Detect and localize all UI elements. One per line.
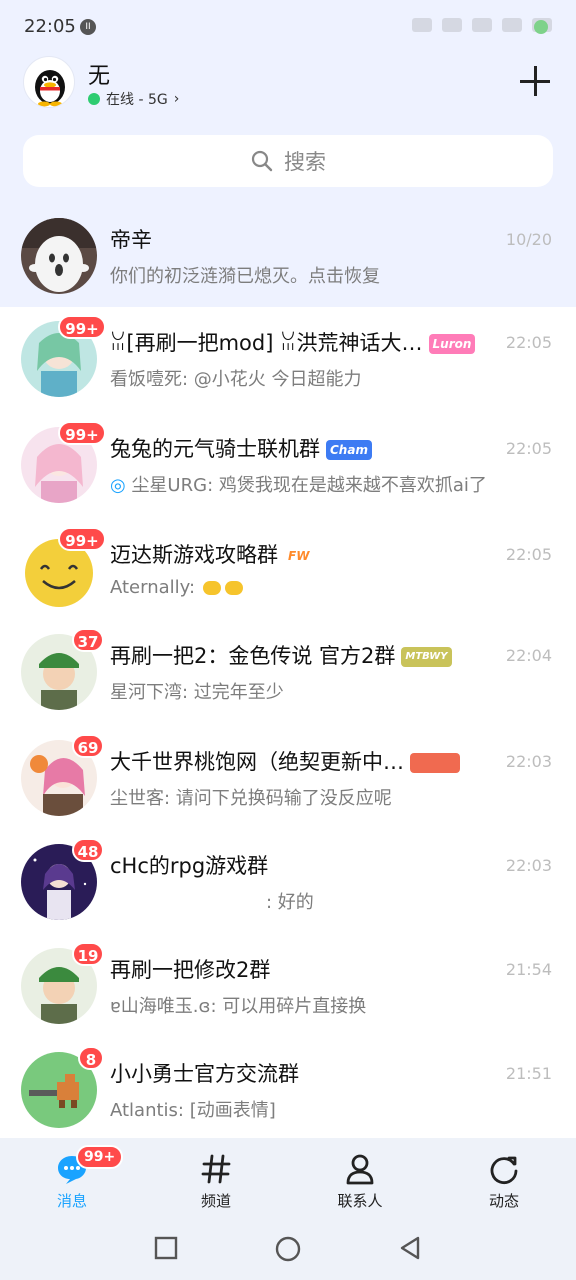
conversation-preview-text: 尘星URG: 鸡煲我现在是越来越不喜欢抓ai了 bbox=[131, 475, 487, 496]
emoji-icon bbox=[224, 581, 243, 595]
home-button[interactable] bbox=[275, 1236, 301, 1266]
triangle-back-icon bbox=[400, 1236, 420, 1260]
conversation-title: 小小勇士官方交流群 bbox=[110, 1062, 299, 1086]
group-tag: Cham bbox=[326, 440, 372, 460]
search-placeholder: 搜索 bbox=[284, 150, 326, 174]
conversation-title: 迈达斯游戏攻略群 FW bbox=[110, 539, 500, 569]
emoji-icon bbox=[202, 581, 221, 595]
profile-avatar[interactable] bbox=[23, 56, 75, 108]
list-item[interactable]: 99+ 迈达斯游戏攻略群 FW Aternally: 22:05 bbox=[0, 519, 576, 625]
group-tag: FW bbox=[288, 549, 310, 563]
conversation-time: 22:05 bbox=[505, 333, 552, 352]
group-tag-icon bbox=[410, 753, 460, 773]
unread-badge: 37 bbox=[72, 628, 104, 652]
tab-messages-label: 消息 bbox=[56, 1192, 87, 1210]
online-dot-icon bbox=[88, 93, 100, 105]
list-item[interactable]: 99+ ꈍ[再刷一把mod] ꈍ洪荒神话大… Luron 看饭噎死: @小花火 今… bbox=[0, 307, 576, 413]
conversation-time: 21:54 bbox=[505, 960, 552, 979]
tab-channels-label: 频道 bbox=[200, 1192, 231, 1210]
group-tag: MTBWY bbox=[401, 647, 452, 667]
chevron-right-icon: › bbox=[173, 91, 180, 107]
person-icon bbox=[343, 1152, 377, 1186]
tab-moments[interactable]: 动态 bbox=[454, 1152, 554, 1211]
conversation-title: cHc的rpg游戏群 bbox=[110, 854, 269, 878]
tab-contacts-label: 联系人 bbox=[337, 1192, 383, 1210]
conversation-title: 再刷一把2：金色传说 官方2群 MTBWY bbox=[110, 640, 500, 670]
conversation-title: 大千世界桃饱网（绝契更新中… bbox=[110, 746, 500, 776]
conversation-title: 兔兔的元气骑士联机群 Cham bbox=[110, 433, 500, 463]
conversation-time: 22:04 bbox=[505, 646, 552, 665]
conversation-title: ꈍ[再刷一把mod] ꈍ洪荒神话大… Luron bbox=[110, 327, 500, 357]
tab-moments-label: 动态 bbox=[488, 1192, 519, 1210]
tab-channels[interactable]: 频道 bbox=[166, 1152, 266, 1211]
conversation-preview: Aternally: bbox=[110, 577, 540, 598]
header: 无 在线 - 5G › bbox=[0, 56, 576, 116]
refresh-circle-icon bbox=[487, 1152, 521, 1186]
avatar bbox=[21, 218, 97, 294]
conversation-preview: 你们的初泛涟漪已熄灭。点击恢复 bbox=[110, 266, 380, 287]
conversation-title-text: 迈达斯游戏攻略群 bbox=[110, 543, 278, 567]
conversation-title-text: 兔兔的元气骑士联机群 bbox=[110, 437, 320, 461]
add-button[interactable] bbox=[518, 64, 552, 98]
status-time: 22:05 bbox=[24, 16, 76, 37]
conversation-preview: 尘世客: 请问下兑换码输了没反应呢 bbox=[110, 788, 392, 809]
list-item[interactable]: 8 小小勇士官方交流群 Atlantis: [动画表情] 21:51 bbox=[0, 1038, 576, 1144]
conversation-title-text: ꈍ[再刷一把mod] ꈍ洪荒神话大… bbox=[110, 331, 423, 355]
conversation-preview: 看饭噎死: @小花火 今日超能力 bbox=[110, 369, 362, 390]
penguin-icon bbox=[35, 70, 65, 107]
conversation-preview: ◎ 尘星URG: 鸡煲我现在是越来越不喜欢抓ai了 bbox=[110, 471, 540, 497]
unread-badge: 19 bbox=[72, 942, 104, 966]
online-status[interactable]: 在线 - 5G › bbox=[88, 89, 179, 109]
online-status-label: 在线 - 5G bbox=[106, 92, 168, 108]
list-item[interactable]: 69 大千世界桃饱网（绝契更新中… 尘世客: 请问下兑换码输了没反应呢 22:0… bbox=[0, 726, 576, 832]
square-icon bbox=[154, 1236, 178, 1260]
conversation-preview: 星河下湾: 过完年至少 bbox=[110, 682, 284, 703]
conversation-preview: : 好的 bbox=[266, 892, 314, 913]
list-item[interactable]: 48 cHc的rpg游戏群 : 好的 22:03 bbox=[0, 830, 576, 936]
unread-badge: 48 bbox=[72, 838, 104, 862]
back-button[interactable] bbox=[398, 1236, 422, 1264]
search-icon bbox=[251, 150, 273, 172]
unread-badge: 99+ bbox=[58, 527, 106, 551]
download-indicator-icon bbox=[534, 20, 548, 34]
profile-name: 无 bbox=[88, 64, 111, 89]
conversation-title-text: 大千世界桃饱网（绝契更新中… bbox=[110, 750, 404, 774]
status-icons bbox=[412, 18, 552, 32]
list-item[interactable]: 37 再刷一把2：金色传说 官方2群 MTBWY 星河下湾: 过完年至少 22:0… bbox=[0, 620, 576, 726]
conversation-title: 帝辛 bbox=[110, 228, 152, 252]
group-tag: Luron bbox=[428, 334, 476, 354]
mention-icon: ◎ bbox=[110, 475, 132, 496]
conversation-time: 22:05 bbox=[505, 545, 552, 564]
unread-badge: 8 bbox=[78, 1046, 104, 1070]
conversation-time: 10/20 bbox=[505, 230, 552, 249]
list-item[interactable]: 19 再刷一把修改2群 ɐ山海唯玉.ɞ: 可以用碎片直接换 21:54 bbox=[0, 934, 576, 1040]
conversation-title-text: 再刷一把2：金色传说 官方2群 bbox=[110, 644, 396, 668]
conversation-time: 21:51 bbox=[505, 1064, 552, 1083]
list-item[interactable]: 99+ 兔兔的元气骑士联机群 Cham ◎ 尘星URG: 鸡煲我现在是越来越不喜欢… bbox=[0, 413, 576, 519]
pause-icon: II bbox=[80, 19, 96, 35]
tab-contacts[interactable]: 联系人 bbox=[310, 1152, 410, 1211]
search-bar[interactable]: 搜索 bbox=[23, 135, 553, 187]
unread-badge: 99+ bbox=[58, 315, 106, 339]
conversation-preview: Atlantis: [动画表情] bbox=[110, 1100, 276, 1121]
list-item[interactable]: 帝辛 你们的初泛涟漪已熄灭。点击恢复 10/20 bbox=[0, 204, 576, 310]
recent-apps-button[interactable] bbox=[154, 1236, 178, 1264]
system-nav-bar bbox=[0, 1218, 576, 1280]
conversation-preview: ɐ山海唯玉.ɞ: 可以用碎片直接换 bbox=[110, 996, 367, 1017]
messages-unread-badge: 99+ bbox=[76, 1145, 124, 1169]
unread-badge: 69 bbox=[72, 734, 104, 758]
conversation-title: 再刷一把修改2群 bbox=[110, 958, 271, 982]
conversation-time: 22:05 bbox=[505, 439, 552, 458]
status-bar: 22:05 II bbox=[0, 0, 576, 56]
conversation-preview-text: Aternally: bbox=[110, 577, 201, 598]
conversation-time: 22:03 bbox=[505, 856, 552, 875]
hash-icon bbox=[199, 1152, 233, 1186]
conversation-time: 22:03 bbox=[505, 752, 552, 771]
circle-icon bbox=[275, 1236, 301, 1262]
unread-badge: 99+ bbox=[58, 421, 106, 445]
